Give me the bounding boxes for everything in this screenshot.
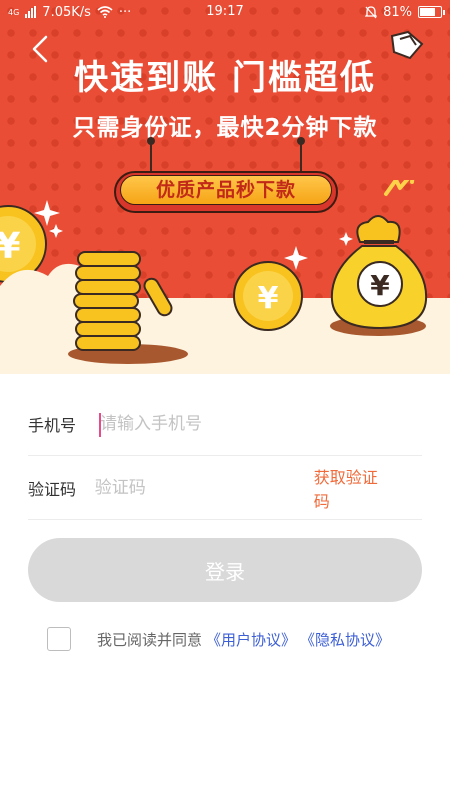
code-row: 验证码 获取验证码 [28, 456, 422, 520]
hanging-string [297, 137, 305, 172]
login-form: 手机号 验证码 获取验证码 [28, 392, 422, 520]
battery-icon [418, 6, 445, 18]
money-bag-icon: ¥ [330, 215, 428, 336]
text-caret [99, 413, 101, 437]
agree-checkbox[interactable] [47, 627, 71, 651]
agreement-text: 我已阅读并同意 [97, 630, 203, 649]
coin-icon: ¥ [233, 261, 303, 331]
promo-banner: 快速到账 门槛超低 只需身份证，最快2分钟下款 优质产品秒下款 ¥ ¥ ¥ [0, 0, 450, 374]
banner-title: 快速到账 门槛超低 [74, 58, 376, 98]
svg-text:¥: ¥ [370, 269, 390, 302]
banner-subtitle: 只需身份证，最快2分钟下款 [72, 115, 378, 141]
phone-label: 手机号 [28, 415, 77, 435]
banner-illustration: ¥ ¥ ¥ [0, 180, 450, 374]
phone-row: 手机号 [28, 392, 422, 456]
phone-input[interactable] [100, 413, 422, 434]
growth-arrow-icon [384, 180, 415, 196]
login-screen: 快速到账 门槛超低 只需身份证，最快2分钟下款 优质产品秒下款 ¥ ¥ ¥ 4G… [0, 0, 450, 800]
status-time: 19:17 [206, 4, 244, 19]
code-label: 验证码 [28, 479, 77, 499]
privacy-policy-link[interactable]: 《隐私协议》 [300, 629, 390, 650]
user-agreement-link[interactable]: 《用户协议》 [206, 629, 296, 650]
hanging-string [147, 137, 155, 172]
login-button[interactable]: 登录 [28, 538, 422, 602]
get-code-button[interactable]: 获取验证码 [314, 464, 388, 512]
agreement-row: 我已阅读并同意 《用户协议》 《隐私协议》 [47, 627, 390, 651]
status-bar: 4G 7.05K/s ··· 19:17 81% [0, 0, 450, 24]
code-input[interactable] [94, 477, 314, 498]
svg-text:¥: ¥ [0, 226, 21, 267]
svg-text:¥: ¥ [258, 281, 279, 316]
